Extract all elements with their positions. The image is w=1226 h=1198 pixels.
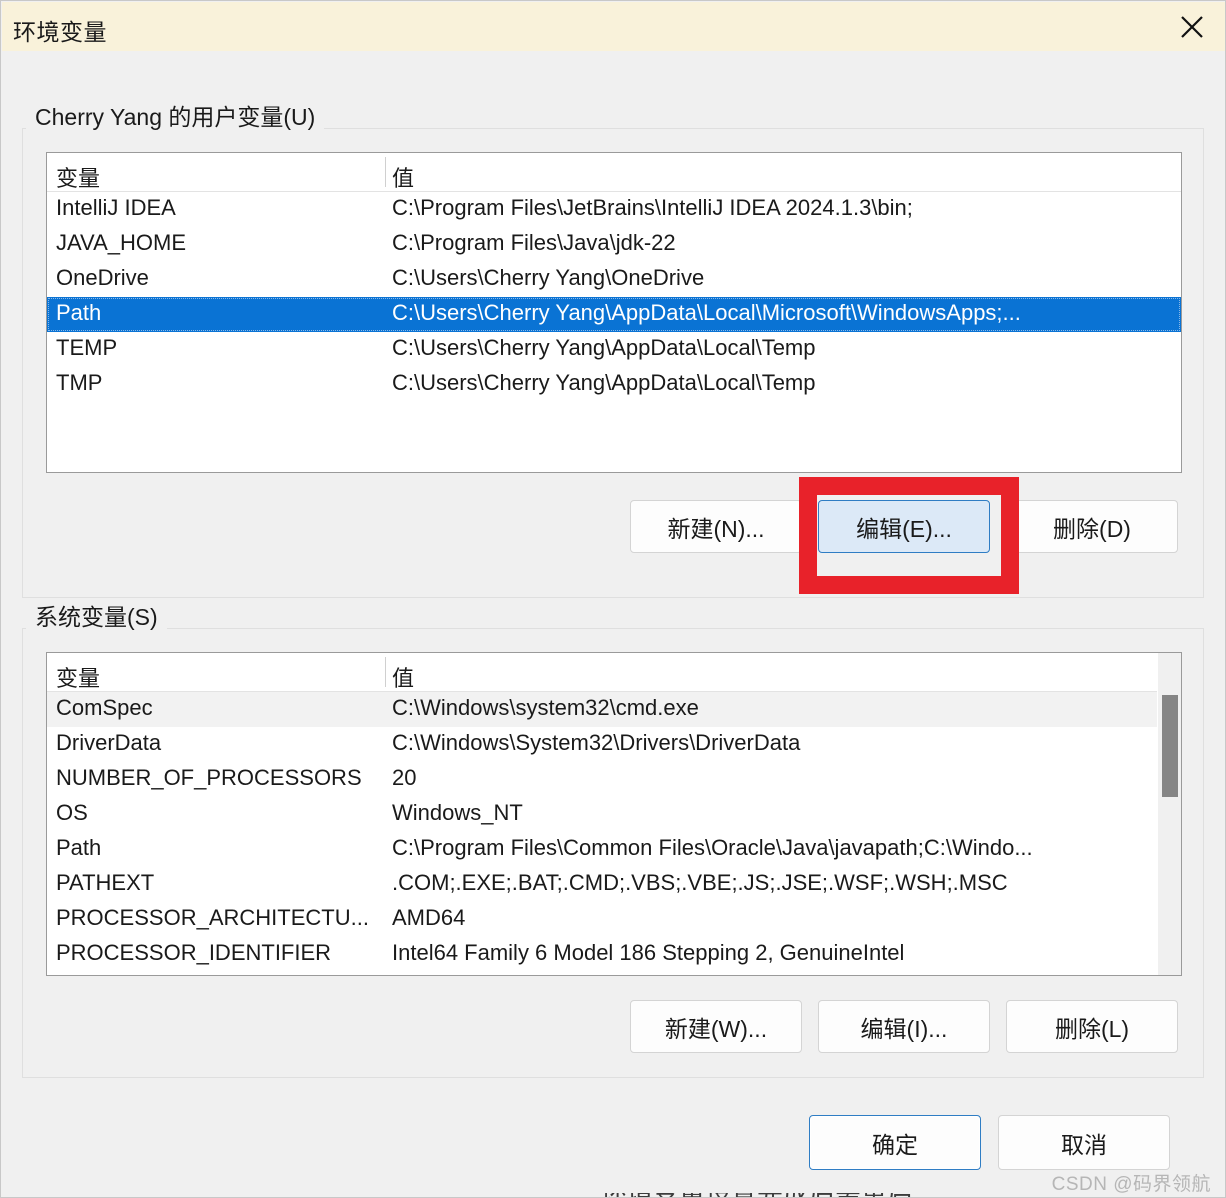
system-variables-list[interactable]: 变量 值 ComSpec C:\Windows\system32\cmd.exe… [46,652,1182,976]
system-col-header-value[interactable]: 值 [392,661,414,693]
table-row[interactable]: TEMP C:\Users\Cherry Yang\AppData\Local\… [47,332,1181,367]
table-row[interactable]: Path C:\Program Files\Common Files\Oracl… [47,832,1181,867]
system-list-header: 变量 值 [47,653,1181,692]
user-variables-list[interactable]: 变量 值 IntelliJ IDEA C:\Program Files\JetB… [46,152,1182,473]
column-separator [385,157,386,187]
table-row[interactable]: PROCESSOR_IDENTIFIER Intel64 Family 6 Mo… [47,937,1181,972]
window-title: 环境变量 [13,19,107,45]
environment-variables-dialog: 环境变量 Cherry Yang 的用户变量(U) 变量 值 IntelliJ … [0,0,1226,1198]
system-col-header-name[interactable]: 变量 [56,661,100,693]
cell-variable-name: TMP [56,370,103,395]
scrollbar-thumb[interactable] [1162,695,1178,797]
cell-variable-value: C:\Program Files\Common Files\Oracle\Jav… [392,835,1033,860]
new-user-variable-button[interactable]: 新建(N)... [630,500,802,553]
cell-variable-value: C:\Windows\system32\cmd.exe [392,695,699,720]
system-list-scrollbar[interactable] [1157,653,1181,975]
system-list-body: ComSpec C:\Windows\system32\cmd.exe Driv… [47,692,1181,972]
cell-variable-name: TEMP [56,335,118,360]
cell-variable-value: C:\Users\Cherry Yang\AppData\Local\Temp [392,335,816,360]
cell-variable-name: JAVA_HOME [56,230,186,255]
cell-variable-name: PROCESSOR_IDENTIFIER [56,940,332,965]
cell-variable-name: ComSpec [56,695,153,720]
cell-variable-name: IntelliJ IDEA [56,195,176,220]
table-row[interactable]: ComSpec C:\Windows\system32\cmd.exe [47,692,1181,727]
new-system-variable-button[interactable]: 新建(W)... [630,1000,802,1053]
ok-button[interactable]: 确定 [809,1115,981,1170]
clipped-text: 环境变量设置完成后需重启 [601,1193,913,1197]
table-row[interactable]: DriverData C:\Windows\System32\Drivers\D… [47,727,1181,762]
cell-variable-value: C:\Users\Cherry Yang\AppData\Local\Micro… [392,300,1021,325]
cell-variable-name: Path [56,835,102,860]
cell-variable-value: C:\Users\Cherry Yang\OneDrive [392,265,705,290]
cell-variable-value: 20 [392,765,417,790]
cell-variable-name: PROCESSOR_ARCHITECTU... [56,905,369,930]
table-row[interactable]: OneDrive C:\Users\Cherry Yang\OneDrive [47,262,1181,297]
table-row[interactable]: TMP C:\Users\Cherry Yang\AppData\Local\T… [47,367,1181,402]
cell-variable-value: Intel64 Family 6 Model 186 Stepping 2, G… [392,940,905,965]
cell-variable-value: AMD64 [392,905,466,930]
cancel-button[interactable]: 取消 [998,1115,1170,1170]
cell-variable-value: C:\Program Files\JetBrains\IntelliJ IDEA… [392,195,913,220]
user-col-header-name[interactable]: 变量 [56,161,100,193]
cell-variable-name: NUMBER_OF_PROCESSORS [56,765,362,790]
cell-variable-name: Path [56,300,102,325]
title-bar: 环境变量 [2,2,1225,51]
cell-variable-name: OS [56,800,88,825]
table-row[interactable]: NUMBER_OF_PROCESSORS 20 [47,762,1181,797]
csdn-watermark: CSDN @码界领航 [1051,1174,1211,1195]
clipped-background-content: 环境变量设置完成后需重启 [1,1193,1225,1197]
cell-variable-value: C:\Users\Cherry Yang\AppData\Local\Temp [392,370,816,395]
cell-variable-value: Windows_NT [392,800,523,825]
edit-system-variable-button[interactable]: 编辑(I)... [818,1000,990,1053]
table-row-selected[interactable]: Path C:\Users\Cherry Yang\AppData\Local\… [47,297,1181,332]
cell-variable-value: C:\Program Files\Java\jdk-22 [392,230,676,255]
close-icon[interactable] [1164,2,1220,51]
cell-variable-name: OneDrive [56,265,149,290]
cell-variable-name: DriverData [56,730,162,755]
table-row[interactable]: OS Windows_NT [47,797,1181,832]
table-row[interactable]: JAVA_HOME C:\Program Files\Java\jdk-22 [47,227,1181,262]
user-variables-legend: Cherry Yang 的用户变量(U) [26,106,325,129]
system-variables-legend: 系统变量(S) [26,606,167,629]
column-separator [385,657,386,687]
user-list-body: IntelliJ IDEA C:\Program Files\JetBrains… [47,192,1181,402]
user-list-header: 变量 值 [47,153,1181,192]
cell-variable-name: PATHEXT [56,870,155,895]
table-row[interactable]: PATHEXT .COM;.EXE;.BAT;.CMD;.VBS;.VBE;.J… [47,867,1181,902]
table-row[interactable]: PROCESSOR_ARCHITECTU... AMD64 [47,902,1181,937]
edit-user-variable-button[interactable]: 编辑(E)... [818,500,990,553]
delete-system-variable-button[interactable]: 删除(L) [1006,1000,1178,1053]
user-col-header-value[interactable]: 值 [392,161,414,193]
cell-variable-value: .COM;.EXE;.BAT;.CMD;.VBS;.VBE;.JS;.JSE;.… [392,870,1008,895]
delete-user-variable-button[interactable]: 删除(D) [1006,500,1178,553]
table-row[interactable]: IntelliJ IDEA C:\Program Files\JetBrains… [47,192,1181,227]
cell-variable-value: C:\Windows\System32\Drivers\DriverData [392,730,801,755]
